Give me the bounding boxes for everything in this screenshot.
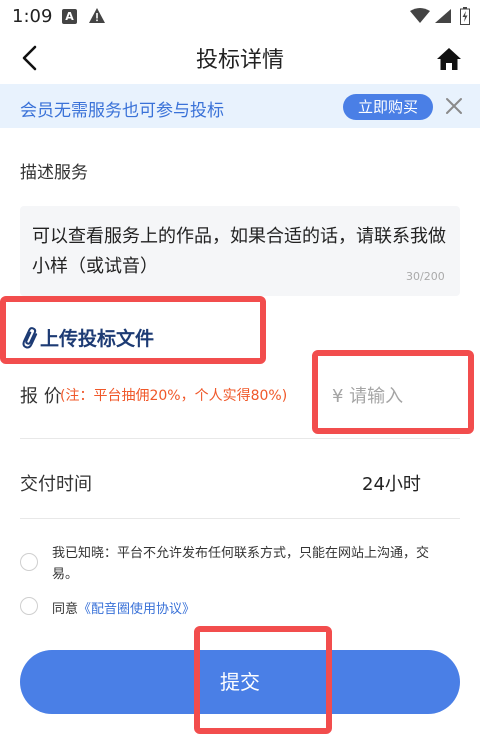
banner-text: 会员无需服务也可参与投标 xyxy=(20,101,224,121)
home-icon[interactable] xyxy=(434,44,464,74)
divider xyxy=(20,518,460,519)
agree-checkbox[interactable] xyxy=(20,597,38,615)
notice-checkbox[interactable] xyxy=(20,553,38,571)
divider xyxy=(20,438,460,439)
status-time: 1:09 xyxy=(12,6,53,27)
battery-icon xyxy=(460,7,470,25)
price-label: 报 价 xyxy=(20,386,62,407)
delivery-time-value[interactable]: 24小时 xyxy=(362,470,421,496)
page-title: 投标详情 xyxy=(195,48,284,73)
agree-text: 同意《配音圈使用协议》 xyxy=(52,598,195,617)
signal-icon xyxy=(435,9,451,23)
price-note: (注：平台抽佣20%，个人实得80%) xyxy=(60,388,288,404)
a-badge-icon: A xyxy=(62,9,77,24)
annotation-box-submit xyxy=(194,626,332,734)
warning-icon xyxy=(89,8,105,23)
agreement-link[interactable]: 《配音圈使用协议》 xyxy=(78,602,195,617)
annotation-box-upload xyxy=(0,296,266,364)
char-count: 30/200 xyxy=(406,270,445,283)
describe-service-label: 描述服务 xyxy=(20,163,88,183)
notice-text: 我已知晓：平台不允许发布任何联系方式，只能在网站上沟通，交易。 xyxy=(52,546,430,582)
delivery-time-label: 交付时间 xyxy=(20,474,92,495)
wifi-icon xyxy=(410,8,430,23)
buy-now-button[interactable]: 立即购买 xyxy=(343,94,433,120)
agree-prefix: 同意 xyxy=(52,602,79,617)
describe-text: 可以查看服务上的作品，如果合适的话，请联系我做小样（或试音） xyxy=(32,226,446,277)
annotation-box-price xyxy=(312,350,474,434)
close-icon[interactable] xyxy=(444,96,464,116)
